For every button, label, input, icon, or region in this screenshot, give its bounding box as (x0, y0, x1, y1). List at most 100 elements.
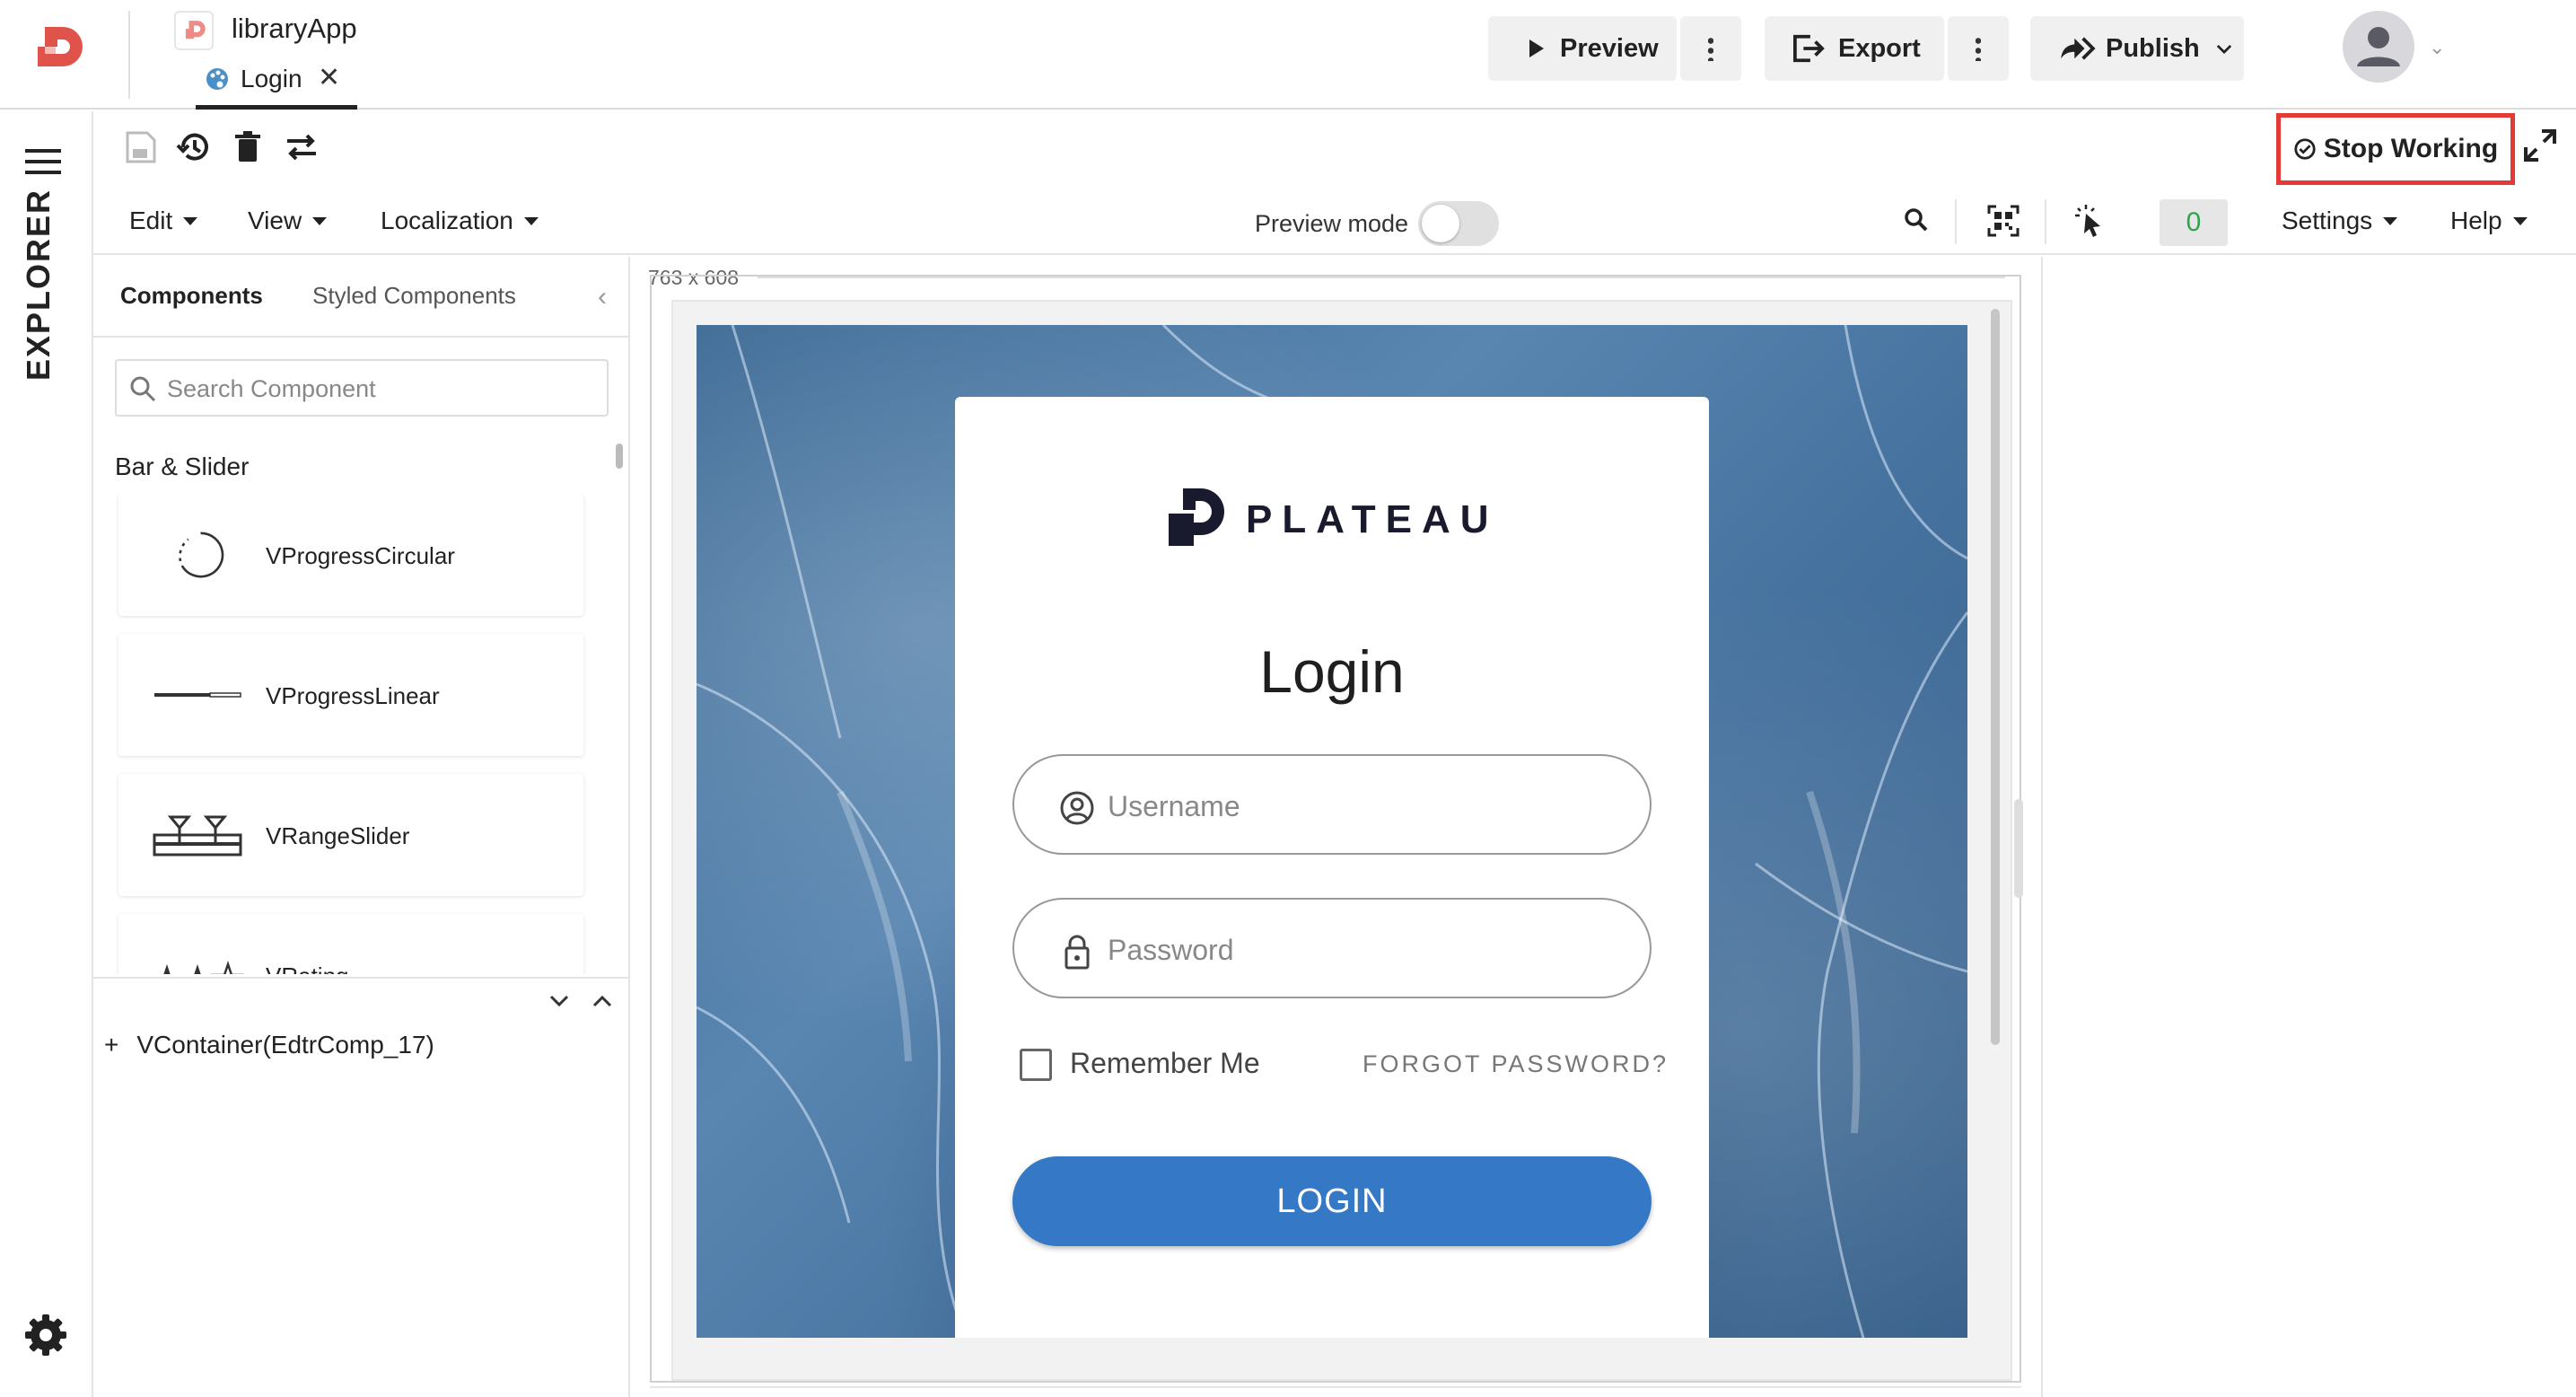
component-card-progress-linear[interactable]: VProgressLinear (118, 634, 583, 756)
resize-handle[interactable] (2014, 799, 2023, 898)
component-list-viewport: VProgressCircular VProgressLinear VRange… (115, 494, 609, 974)
publish-button[interactable]: Publish (2030, 16, 2244, 81)
close-tab-icon[interactable]: ✕ (318, 65, 340, 92)
remember-me-checkbox[interactable] (1020, 1049, 1052, 1081)
password-input[interactable] (1108, 930, 1610, 970)
menu-settings[interactable]: Settings (2282, 206, 2398, 235)
login-page-preview[interactable]: PLATEAU Login Remember Me (697, 325, 1967, 1338)
fullscreen-icon[interactable] (2522, 127, 2558, 163)
editor-toolbar (93, 111, 2576, 183)
menu-view[interactable]: View (248, 206, 328, 235)
component-card-progress-circular[interactable]: VProgressCircular (118, 494, 583, 616)
progress-linear-icon (154, 692, 241, 698)
brand-wordmark: PLATEAU (1246, 497, 1499, 541)
login-card: PLATEAU Login Remember Me (955, 397, 1709, 1338)
tab-label: Login (241, 65, 302, 92)
play-icon (1529, 40, 1544, 57)
export-more-button[interactable] (1948, 16, 2009, 81)
preview-label: Preview (1560, 33, 1659, 63)
gear-icon[interactable] (23, 1313, 68, 1357)
canvas-bottom-edge (650, 1386, 2021, 1397)
menu-settings-label: Settings (2282, 206, 2373, 234)
menu-localization[interactable]: Localization (381, 206, 539, 235)
export-icon (1793, 34, 1825, 63)
publish-forward-icon (2061, 37, 2096, 60)
chevron-down-icon (2216, 44, 2231, 54)
chevron-down-icon[interactable]: ⌄ (2429, 36, 2445, 59)
username-input[interactable] (1108, 786, 1610, 826)
palette-icon (206, 68, 228, 90)
tab-components[interactable]: Components (120, 282, 263, 310)
account-circle-icon (1060, 791, 1094, 825)
menu-view-label: View (248, 206, 302, 234)
remember-me-label[interactable]: Remember Me (1070, 1047, 1260, 1080)
left-rail: EXPLORER (0, 111, 93, 1397)
expand-icon[interactable]: + (104, 1031, 118, 1059)
avatar[interactable] (2343, 11, 2414, 83)
search-icon[interactable] (1899, 203, 1935, 239)
preview-scrollbar[interactable] (1991, 309, 2000, 1045)
toggle-knob (1422, 205, 1459, 242)
menu-help-label: Help (2450, 206, 2502, 234)
component-label: VProgressLinear (266, 682, 440, 709)
component-label: VProgressCircular (266, 542, 455, 569)
export-button[interactable]: Export (1765, 16, 1944, 81)
divider (2045, 199, 2046, 244)
login-button[interactable]: LOGIN (1012, 1156, 1652, 1246)
caret-down-icon (2383, 216, 2398, 225)
tree-node-label[interactable]: VContainer(EdtrComp_17) (136, 1031, 434, 1059)
stop-working-button[interactable]: Stop Working (2276, 113, 2515, 185)
chevron-down-icon[interactable] (549, 995, 569, 1007)
menu-edit-label: Edit (129, 206, 173, 234)
preview-button[interactable]: Preview (1488, 16, 1677, 81)
tab-login[interactable]: Login ✕ (196, 57, 357, 110)
range-slider-icon (153, 815, 242, 857)
save-icon[interactable] (120, 127, 160, 167)
search-icon (130, 376, 156, 402)
more-vert-icon (1976, 36, 1981, 61)
plateau-logo-icon (1169, 488, 1224, 546)
tree-node[interactable]: + VContainer(EdtrComp_17) (104, 1031, 434, 1059)
category-title: Bar & Slider (115, 452, 250, 480)
hamburger-menu-icon[interactable] (25, 149, 61, 174)
check-circle-icon (2294, 138, 2316, 160)
menu-row: Edit View Localization Preview mode 0 Se… (93, 185, 2576, 255)
username-field[interactable] (1012, 754, 1652, 855)
tab-styled-components[interactable]: Styled Components (312, 282, 516, 310)
scrollbar[interactable] (616, 444, 623, 469)
component-card-rating[interactable]: VRating (118, 914, 583, 974)
top-bar: libraryApp Login ✕ Preview Export Publis (0, 0, 2576, 110)
caret-down-icon (183, 216, 198, 225)
component-card-range-slider[interactable]: VRangeSlider (118, 774, 583, 896)
chevron-left-icon[interactable]: ‹ (598, 282, 607, 312)
app-icon (174, 11, 214, 50)
preview-mode-toggle[interactable] (1418, 201, 1499, 246)
plateau-logo-icon[interactable] (32, 23, 86, 77)
preview-mode-label: Preview mode (1255, 210, 1409, 237)
menu-localization-label: Localization (381, 206, 513, 234)
component-label: VRangeSlider (266, 822, 410, 849)
canvas-area: 763 x 608 PLATEAU Login Username Remembe… (632, 257, 2041, 1397)
stop-working-label: Stop Working (2323, 134, 2499, 163)
qr-scan-icon[interactable] (1985, 203, 2021, 239)
preview-more-button[interactable] (1680, 16, 1741, 81)
delete-icon[interactable] (228, 127, 267, 167)
chevron-up-icon[interactable] (592, 995, 612, 1007)
menu-help[interactable]: Help (2450, 206, 2528, 235)
menu-edit[interactable]: Edit (129, 206, 198, 235)
forgot-password-link[interactable]: FORGOT PASSWORD? (1362, 1050, 1669, 1078)
click-pointer-icon[interactable] (2073, 203, 2109, 239)
divider (1955, 199, 1957, 244)
counter-badge[interactable]: 0 (2160, 199, 2228, 246)
component-label: VRating (266, 962, 349, 974)
caret-down-icon (312, 216, 328, 225)
component-search[interactable] (115, 359, 609, 417)
swap-icon[interactable] (282, 127, 321, 167)
lock-icon (1065, 935, 1090, 970)
explorer-rail-label[interactable]: EXPLORER (20, 189, 57, 381)
progress-circular-icon (179, 532, 224, 578)
app-title[interactable]: libraryApp (232, 13, 357, 45)
search-component-input[interactable] (167, 372, 598, 406)
history-icon[interactable] (174, 127, 214, 167)
password-field[interactable] (1012, 898, 1652, 998)
